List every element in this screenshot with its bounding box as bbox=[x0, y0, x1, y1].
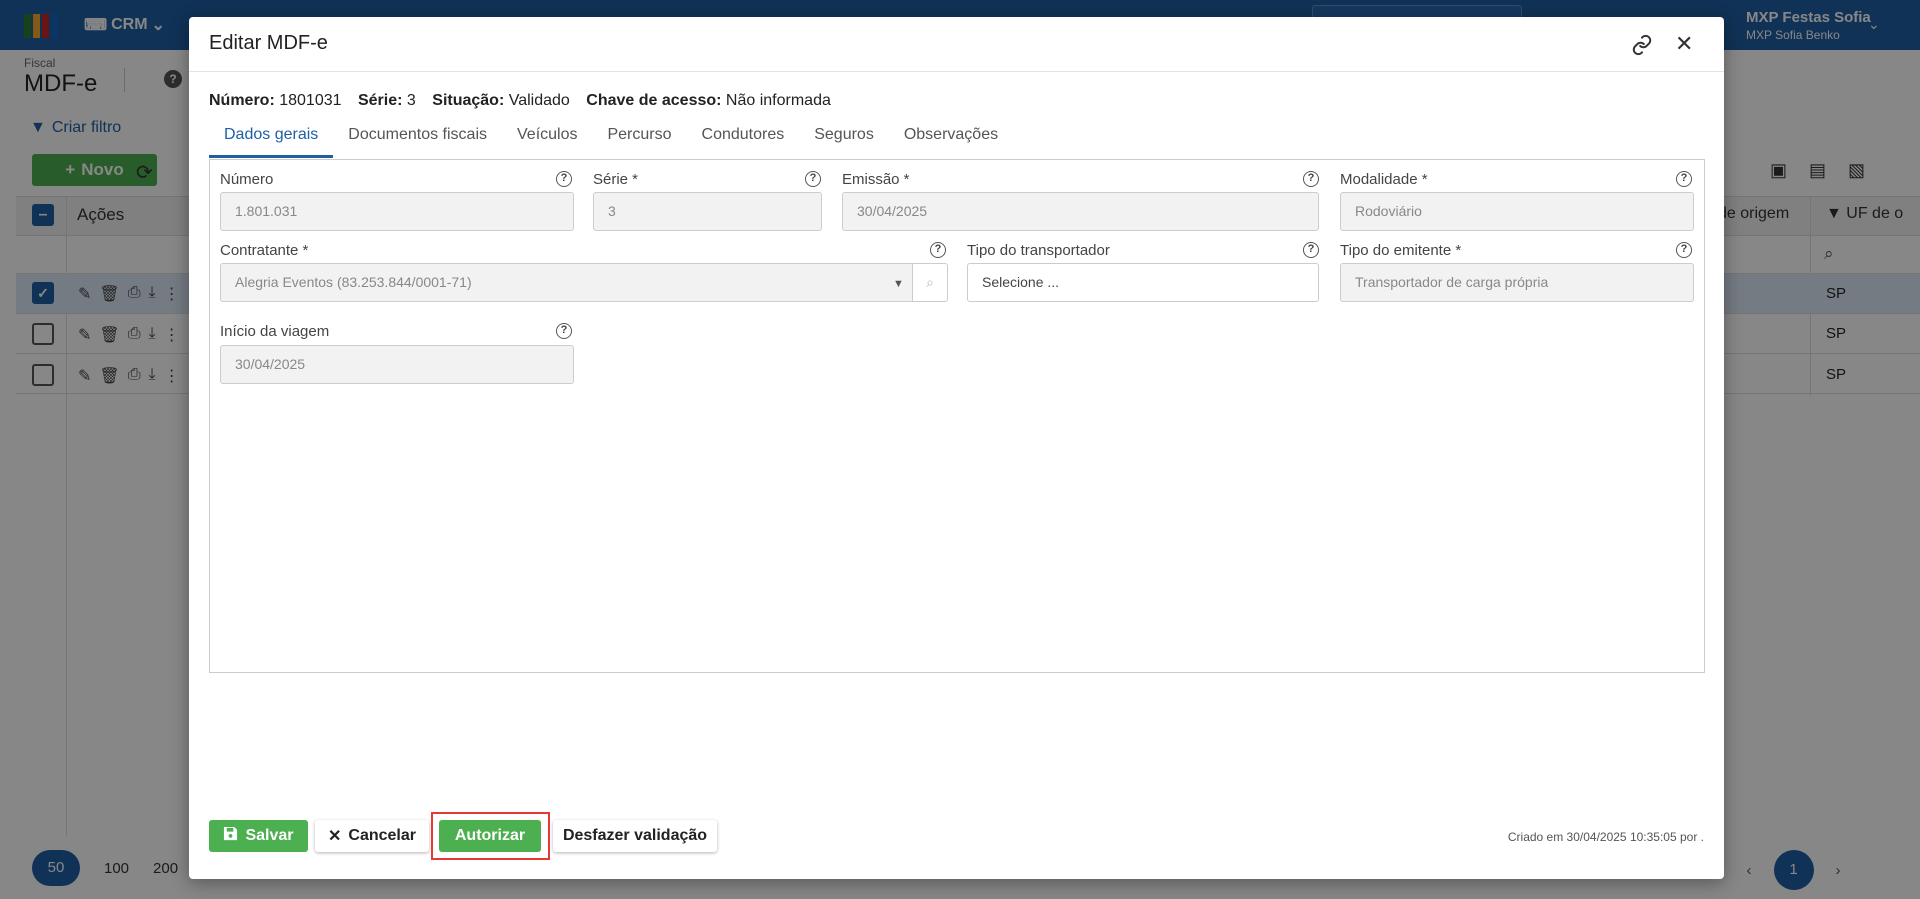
numero-label: Número: bbox=[209, 92, 275, 109]
help-icon[interactable]: ? bbox=[556, 171, 572, 187]
dialog-header: Editar MDF-e ✕ bbox=[189, 17, 1724, 72]
chave-value: Não informada bbox=[725, 92, 831, 109]
undo-validation-button[interactable]: Desfazer validação bbox=[553, 820, 717, 852]
edit-mdfe-dialog: Editar MDF-e ✕ Número: 1801031 Série: 3 … bbox=[189, 17, 1724, 879]
cancel-button[interactable]: ✕ Cancelar bbox=[315, 820, 429, 852]
caret-down-icon[interactable]: ▼ bbox=[893, 278, 904, 290]
situacao-label: Situação: bbox=[432, 92, 505, 109]
save-button[interactable]: Salvar bbox=[209, 820, 308, 852]
tab-dados-gerais[interactable]: Dados gerais bbox=[209, 125, 334, 158]
tab-documentos-fiscais[interactable]: Documentos fiscais bbox=[333, 125, 502, 158]
save-button-label: Salvar bbox=[245, 827, 294, 844]
inicio-viagem-field[interactable]: 30/04/2025 bbox=[220, 345, 574, 384]
dialog-tabs: Dados gerais Documentos fiscais Veículos… bbox=[209, 125, 1013, 158]
emissao-field[interactable]: 30/04/2025 bbox=[842, 192, 1319, 231]
tipo-transportador-select[interactable]: Selecione ... bbox=[967, 263, 1319, 302]
tipo-emitente-select[interactable]: Transportador de carga própria bbox=[1340, 263, 1694, 302]
cancel-button-label: Cancelar bbox=[348, 827, 416, 844]
tab-condutores[interactable]: Condutores bbox=[687, 125, 800, 158]
help-icon[interactable]: ? bbox=[1676, 242, 1692, 258]
contratante-field-label: Contratante * bbox=[220, 242, 309, 259]
help-icon[interactable]: ? bbox=[805, 171, 821, 187]
help-icon[interactable]: ? bbox=[1303, 171, 1319, 187]
emissao-field-label: Emissão * bbox=[842, 171, 910, 188]
modalidade-field[interactable]: Rodoviário bbox=[1340, 192, 1694, 231]
chave-label: Chave de acesso: bbox=[586, 92, 722, 109]
close-icon[interactable]: ✕ bbox=[1675, 31, 1693, 57]
situacao-value: Validado bbox=[508, 92, 570, 109]
tipo-transportador-field-label: Tipo do transportador bbox=[967, 242, 1110, 259]
serie-label: Série: bbox=[357, 92, 403, 109]
help-icon[interactable]: ? bbox=[1676, 171, 1692, 187]
help-icon[interactable]: ? bbox=[1303, 242, 1319, 258]
dialog-title: Editar MDF-e bbox=[209, 32, 328, 54]
tipo-emitente-field-label: Tipo do emitente * bbox=[1340, 242, 1462, 259]
modalidade-field-label: Modalidade * bbox=[1340, 171, 1428, 188]
document-summary: Número: 1801031 Série: 3 Situação: Valid… bbox=[209, 92, 831, 110]
authorize-button[interactable]: Autorizar bbox=[439, 820, 541, 852]
tab-percurso[interactable]: Percurso bbox=[592, 125, 686, 158]
search-icon[interactable]: ⌕ bbox=[912, 263, 948, 302]
created-info: Criado em 30/04/2025 10:35:05 por . bbox=[1507, 830, 1704, 844]
close-icon: ✕ bbox=[328, 828, 342, 845]
contratante-select[interactable]: Alegria Eventos (83.253.844/0001-71) bbox=[220, 263, 913, 302]
serie-value: 3 bbox=[406, 92, 416, 109]
tab-panel-dados-gerais: Número ? 1.801.031 Série * ? 3 Emissão *… bbox=[209, 159, 1705, 673]
tab-seguros[interactable]: Seguros bbox=[799, 125, 889, 158]
tab-veiculos[interactable]: Veículos bbox=[502, 125, 592, 158]
inicio-viagem-field-label: Início da viagem bbox=[220, 323, 330, 340]
save-icon bbox=[223, 826, 238, 846]
help-icon[interactable]: ? bbox=[930, 242, 946, 258]
numero-value: 1801031 bbox=[279, 92, 342, 109]
serie-field[interactable]: 3 bbox=[593, 192, 822, 231]
link-icon[interactable] bbox=[1631, 34, 1653, 56]
serie-field-label: Série * bbox=[593, 171, 639, 188]
numero-field-label: Número bbox=[220, 171, 274, 188]
numero-field[interactable]: 1.801.031 bbox=[220, 192, 574, 231]
help-icon[interactable]: ? bbox=[556, 323, 572, 339]
tab-observacoes[interactable]: Observações bbox=[889, 125, 1013, 158]
